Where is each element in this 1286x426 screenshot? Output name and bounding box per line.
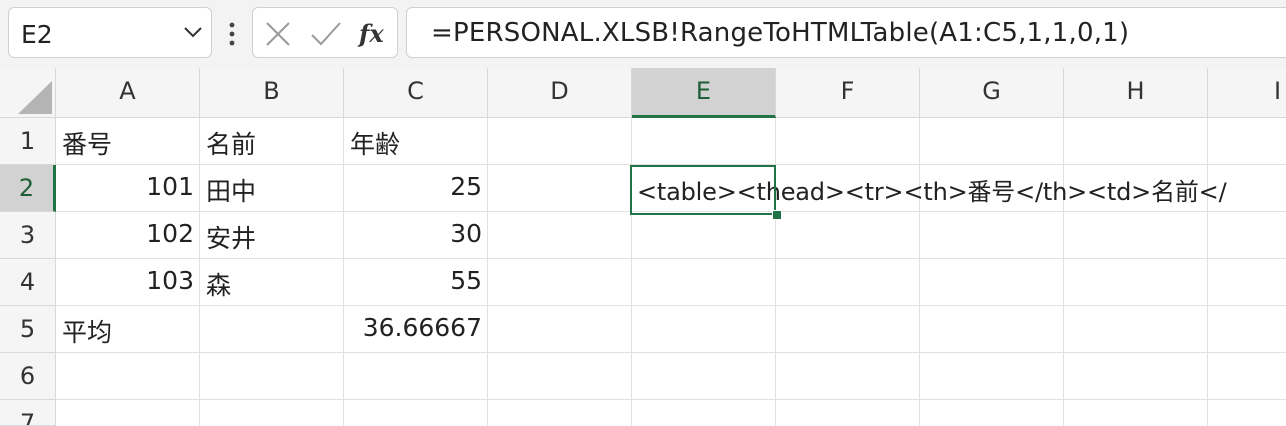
formula-bar-area: E2 fx =PERSONAL.XLSB!RangeToHTMLTable(A1… bbox=[0, 0, 1286, 68]
column-header-f[interactable]: F bbox=[776, 68, 920, 118]
name-box[interactable]: E2 bbox=[8, 7, 212, 58]
row-header-7[interactable]: 7 bbox=[0, 400, 56, 426]
formula-input[interactable]: =PERSONAL.XLSB!RangeToHTMLTable(A1:C5,1,… bbox=[406, 7, 1286, 58]
row-header-1[interactable]: 1 bbox=[0, 118, 56, 165]
gridline bbox=[56, 258, 1286, 259]
chevron-down-icon[interactable] bbox=[183, 24, 203, 40]
cell-a3[interactable]: 102 bbox=[56, 219, 200, 248]
cell-c3[interactable]: 30 bbox=[344, 219, 488, 248]
cell-c1[interactable]: 年齢 bbox=[344, 125, 488, 161]
cell-b1[interactable]: 名前 bbox=[200, 125, 344, 161]
gridline bbox=[56, 352, 1286, 353]
more-options-icon[interactable] bbox=[224, 20, 240, 48]
check-icon[interactable] bbox=[309, 20, 343, 48]
formula-text: =PERSONAL.XLSB!RangeToHTMLTable(A1:C5,1,… bbox=[431, 18, 1130, 48]
select-all-triangle-icon bbox=[18, 81, 52, 114]
column-header-e[interactable]: E bbox=[632, 68, 776, 118]
formula-actions: fx bbox=[252, 7, 398, 58]
column-header-b[interactable]: B bbox=[200, 68, 344, 118]
cell-b3[interactable]: 安井 bbox=[200, 219, 344, 255]
row-header-6[interactable]: 6 bbox=[0, 353, 56, 400]
fill-handle[interactable] bbox=[772, 210, 782, 220]
gridline bbox=[56, 305, 1286, 306]
column-header-d[interactable]: D bbox=[488, 68, 632, 118]
active-cell-border bbox=[630, 165, 776, 215]
cell-c2[interactable]: 25 bbox=[344, 172, 488, 201]
cell-c5[interactable]: 36.66667 bbox=[344, 313, 488, 342]
row-header-4[interactable]: 4 bbox=[0, 259, 56, 306]
name-box-value: E2 bbox=[21, 20, 53, 49]
cell-a4[interactable]: 103 bbox=[56, 266, 200, 295]
cell-c4[interactable]: 55 bbox=[344, 266, 488, 295]
cell-b2[interactable]: 田中 bbox=[200, 172, 344, 208]
row-header-5[interactable]: 5 bbox=[0, 306, 56, 353]
x-icon[interactable] bbox=[263, 20, 293, 48]
column-header-g[interactable]: G bbox=[920, 68, 1064, 118]
cell-b4[interactable]: 森 bbox=[200, 266, 344, 302]
fx-icon[interactable]: fx bbox=[357, 18, 389, 50]
column-header-h[interactable]: H bbox=[1064, 68, 1208, 118]
gridline bbox=[56, 399, 1286, 400]
column-header-i[interactable]: I bbox=[1208, 68, 1286, 118]
column-header-c[interactable]: C bbox=[344, 68, 488, 118]
cell-a5[interactable]: 平均 bbox=[56, 313, 200, 349]
worksheet-grid[interactable]: A B C D E F G H I 1 2 3 4 5 6 7 番号 名前 年齢… bbox=[0, 68, 1286, 426]
svg-text:fx: fx bbox=[357, 19, 384, 48]
row-header-3[interactable]: 3 bbox=[0, 212, 56, 259]
select-all-corner[interactable] bbox=[0, 68, 56, 118]
column-header-a[interactable]: A bbox=[56, 68, 200, 118]
cell-a2[interactable]: 101 bbox=[56, 172, 200, 201]
cell-a1[interactable]: 番号 bbox=[56, 125, 200, 161]
row-header-2[interactable]: 2 bbox=[0, 165, 56, 212]
